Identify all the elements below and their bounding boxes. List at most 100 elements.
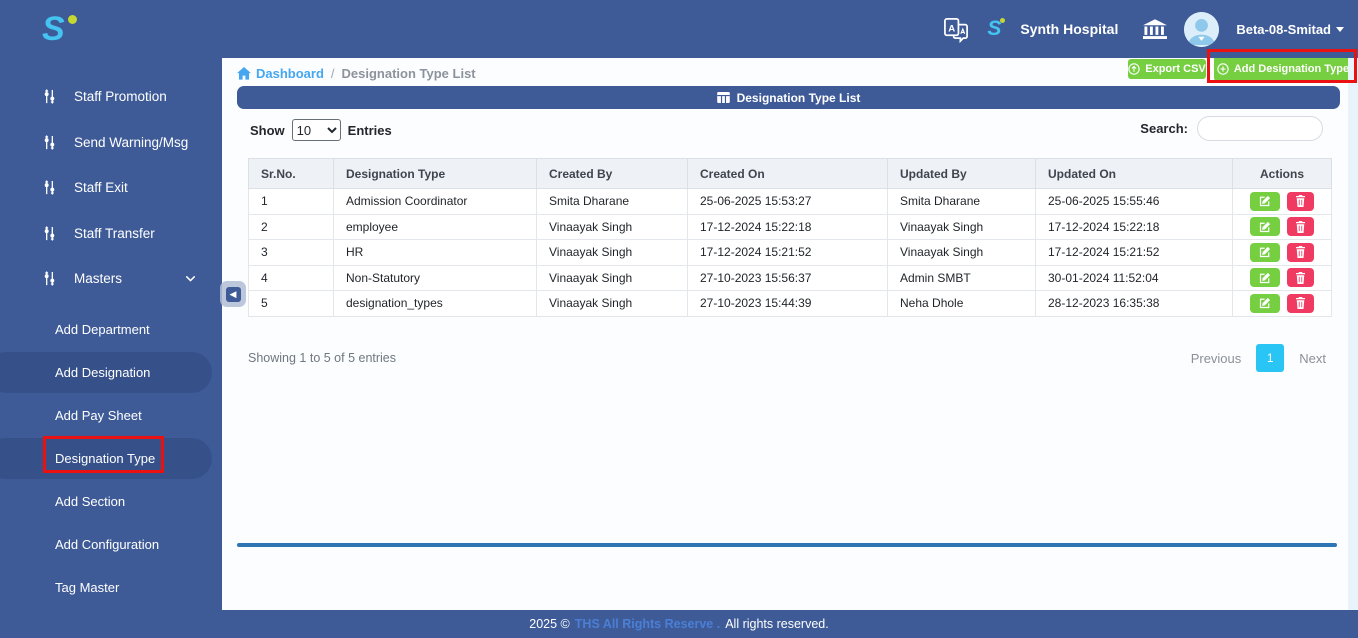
edit-button[interactable] [1250,192,1280,211]
column-header-sr-no[interactable]: Sr.No. [249,159,334,189]
column-header-designation-type[interactable]: Designation Type [334,159,537,189]
svg-text:A: A [949,23,956,34]
panel-title-bar: Designation Type List [237,86,1340,109]
page-size-select[interactable]: 10 [292,119,341,141]
plus-circle-icon [1217,63,1229,75]
table-cell: 4 [249,265,334,291]
sidebar-subitem-label: Add Pay Sheet [55,408,142,423]
sidebar-subitem-tag-master[interactable]: Tag Master [0,566,222,609]
designation-type-table: Sr.No.Designation TypeCreated ByCreated … [248,158,1332,317]
breadcrumb-current: Designation Type List [342,66,476,81]
sidebar-subitem-add-pay-sheet[interactable]: Add Pay Sheet [0,394,222,437]
delete-button[interactable] [1287,243,1314,262]
sidebar-item-staff-transfer[interactable]: Staff Transfer [0,211,222,257]
footer-link[interactable]: THS All Rights Reserve . [575,617,720,631]
panel-title: Designation Type List [737,91,861,105]
app-logo[interactable]: S [42,8,92,50]
arrow-up-circle-icon [1128,63,1140,75]
sliders-icon [42,89,57,104]
avatar[interactable] [1184,12,1219,47]
bank-icon[interactable] [1143,19,1167,40]
add-designation-type-label: Add Designation Type [1234,63,1349,75]
sidebar-item-staff-promotion[interactable]: Staff Promotion [0,74,222,120]
edit-button[interactable] [1250,268,1280,287]
sliders-icon [42,180,57,195]
table-cell: employee [334,214,537,240]
export-csv-button[interactable]: Export CSV [1128,59,1206,79]
column-header-updated-by[interactable]: Updated By [888,159,1036,189]
previous-page-link[interactable]: Previous [1191,351,1242,366]
actions-cell [1233,291,1332,317]
table-cell: 25-06-2025 15:53:27 [688,189,888,215]
edit-icon [1259,195,1271,207]
sidebar-subitem-add-section[interactable]: Add Section [0,480,222,523]
current-page-button[interactable]: 1 [1256,344,1284,372]
entries-label: Entries [348,123,392,138]
sidebar-subitem-add-configuration[interactable]: Add Configuration [0,523,222,566]
mini-logo-dot [1000,18,1005,23]
table-cell: Non-Statutory [334,265,537,291]
table-cell: 27-10-2023 15:56:37 [688,265,888,291]
delete-icon [1295,297,1306,309]
add-designation-type-button[interactable]: Add Designation Type [1214,56,1352,81]
column-header-actions[interactable]: Actions [1233,159,1332,189]
column-header-created-by[interactable]: Created By [537,159,688,189]
footer-year: 2025 © [529,617,570,631]
footer: 2025 © THS All Rights Reserve . All righ… [0,610,1358,638]
table-row: 4Non-StatutoryVinaayak Singh27-10-2023 1… [249,265,1332,291]
edit-button[interactable] [1250,243,1280,262]
user-menu[interactable]: Beta-08-Smitad [1236,22,1344,37]
table-row: 1Admission CoordinatorSmita Dharane25-06… [249,189,1332,215]
delete-button[interactable] [1287,268,1314,287]
logo-dot [68,15,77,24]
table-cell: Vinaayak Singh [537,265,688,291]
sidebar-item-masters[interactable]: Masters [0,256,222,302]
breadcrumb-dashboard-link[interactable]: Dashboard [237,66,324,81]
table-cell: Vinaayak Singh [537,214,688,240]
table-row: 5designation_typesVinaayak Singh27-10-20… [249,291,1332,317]
sidebar-item-staff-exit[interactable]: Staff Exit [0,165,222,211]
s-mini-logo[interactable]: S [987,17,1001,41]
divider-line [237,543,1337,547]
column-header-created-on[interactable]: Created On [688,159,888,189]
sidebar-subitem-label: Designation Type [55,451,155,466]
showing-entries-text: Showing 1 to 5 of 5 entries [248,351,396,365]
table-cell: 3 [249,240,334,266]
edit-button[interactable] [1250,294,1280,313]
sidebar-nav: Staff PromotionSend Warning/MsgStaff Exi… [0,58,222,302]
delete-icon [1295,221,1306,233]
actions-cell [1233,189,1332,215]
table-cell: Smita Dharane [888,189,1036,215]
delete-button[interactable] [1287,192,1314,211]
delete-button[interactable] [1287,294,1314,313]
sidebar-subitem-label: Add Department [55,322,150,337]
table-cell: designation_types [334,291,537,317]
sidebar-subitem-add-designation[interactable]: Add Designation [0,351,222,394]
edit-button[interactable] [1250,217,1280,236]
main-content: Dashboard / Designation Type List Export… [222,58,1348,610]
sidebar-collapse-toggle[interactable]: ◀ [220,281,246,307]
delete-icon [1295,246,1306,258]
edit-icon [1259,297,1271,309]
table-cell: Smita Dharane [537,189,688,215]
sliders-icon [42,135,57,150]
column-header-updated-on[interactable]: Updated On [1036,159,1233,189]
sidebar-subitem-label: Add Designation [55,365,150,380]
delete-button[interactable] [1287,217,1314,236]
translate-icon[interactable]: A [943,16,970,43]
table-cell: 17-12-2024 15:22:18 [688,214,888,240]
table-header-row: Sr.No.Designation TypeCreated ByCreated … [249,159,1332,189]
top-navbar: S A S Synth Hospital [0,0,1358,58]
search-input[interactable] [1197,116,1323,141]
sidebar-item-send-warning-msg[interactable]: Send Warning/Msg [0,120,222,166]
sidebar-subitem-add-department[interactable]: Add Department [0,308,222,351]
sidebar-subitem-designation-type[interactable]: Designation Type [0,437,222,480]
chevron-left-icon: ◀ [226,287,241,302]
sidebar-item-label: Staff Transfer [74,226,155,241]
table-cell: 25-06-2025 15:55:46 [1036,189,1233,215]
table-cell: 30-01-2024 11:52:04 [1036,265,1233,291]
mini-logo-text: S [987,17,1001,40]
footer-rights: All rights reserved. [725,617,829,631]
next-page-link[interactable]: Next [1299,351,1326,366]
table-cell: 5 [249,291,334,317]
